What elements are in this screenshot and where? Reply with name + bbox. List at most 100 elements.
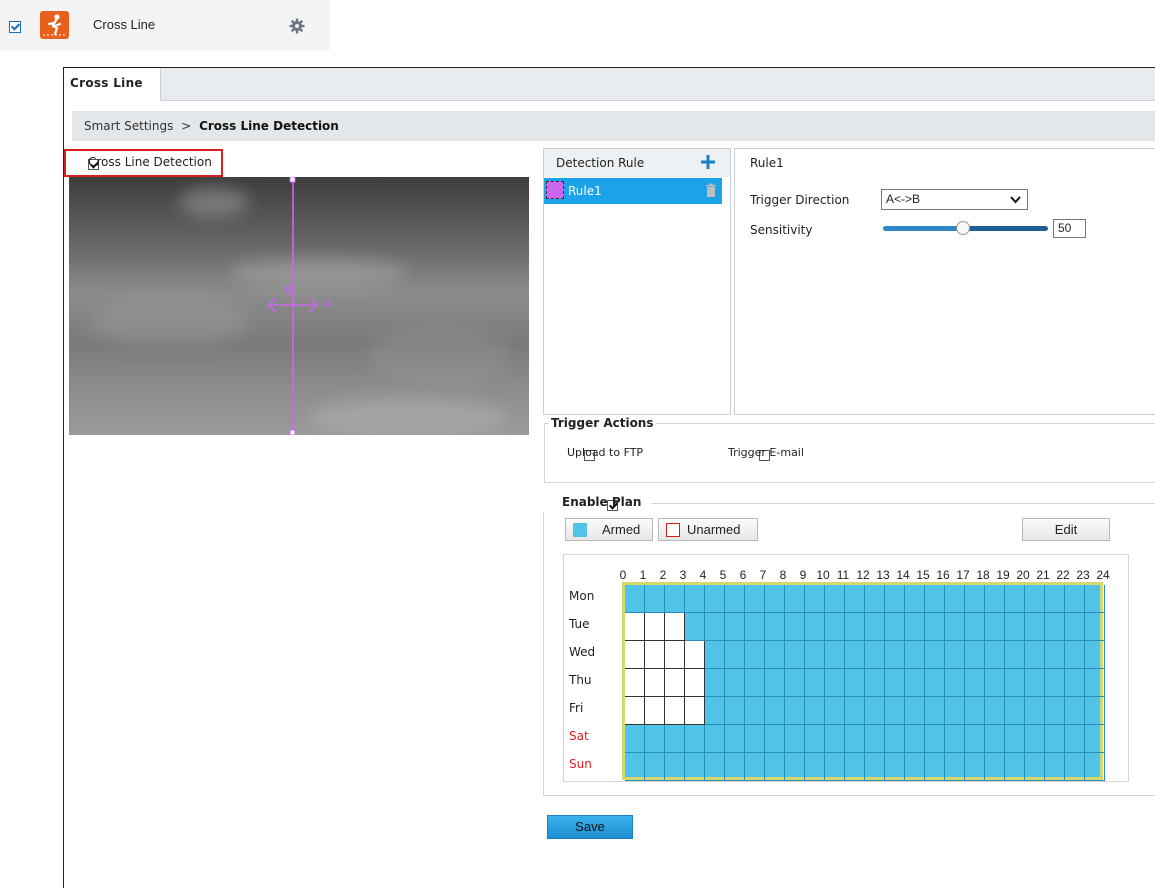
schedule-cell[interactable] [1085,697,1105,725]
schedule-cell[interactable] [665,669,685,697]
schedule-cell[interactable] [625,697,645,725]
schedule-cell[interactable] [725,613,745,641]
cross-line-overlay[interactable] [69,177,529,435]
schedule-cell[interactable] [1065,669,1085,697]
schedule-cell[interactable] [625,641,645,669]
schedule-cell[interactable] [845,641,865,669]
schedule-cell[interactable] [705,697,725,725]
schedule-cell[interactable] [965,697,985,725]
schedule-cell[interactable] [965,753,985,781]
schedule-cell[interactable] [705,669,725,697]
schedule-cell[interactable] [725,641,745,669]
schedule-cell[interactable] [945,585,965,613]
schedule-cell[interactable] [645,641,665,669]
schedule-cell[interactable] [925,585,945,613]
schedule-cell[interactable] [765,613,785,641]
schedule-cell[interactable] [845,613,865,641]
save-button[interactable]: Save [547,815,633,839]
schedule-cell[interactable] [645,613,665,641]
breadcrumb-parent[interactable]: Smart Settings [84,119,173,133]
schedule-cell[interactable] [1085,641,1105,669]
schedule-cell[interactable] [665,697,685,725]
sensitivity-slider-handle[interactable] [956,221,970,235]
schedule-cell[interactable] [745,641,765,669]
schedule-cell[interactable] [1085,753,1105,781]
schedule-cell[interactable] [705,613,725,641]
schedule-cell[interactable] [645,697,665,725]
schedule-cell[interactable] [1045,697,1065,725]
trash-icon[interactable] [705,183,717,197]
schedule-cell[interactable] [1025,725,1045,753]
schedule-cell[interactable] [1085,585,1105,613]
schedule-cell[interactable] [1065,613,1085,641]
schedule-cell[interactable] [745,697,765,725]
schedule-cell[interactable] [625,753,645,781]
schedule-cell[interactable] [765,641,785,669]
schedule-cell[interactable] [1065,641,1085,669]
schedule-cell[interactable] [885,585,905,613]
rule-color-swatch[interactable] [546,181,564,199]
armed-button[interactable]: Armed [565,518,653,541]
tab-cross-line[interactable]: Cross Line [64,68,161,101]
schedule-cell[interactable] [745,613,765,641]
trigger-direction-select[interactable]: A<->B [881,189,1028,210]
schedule-cell[interactable] [985,641,1005,669]
schedule-cell[interactable] [765,585,785,613]
feature-enable-checkbox[interactable] [9,20,21,33]
schedule-cell[interactable] [805,669,825,697]
schedule-cell[interactable] [905,613,925,641]
schedule-cell[interactable] [1005,753,1025,781]
schedule-cell[interactable] [1065,585,1085,613]
schedule-cell[interactable] [745,753,765,781]
schedule-cell[interactable] [625,669,645,697]
schedule-cell[interactable] [1085,725,1105,753]
schedule-cell[interactable] [725,753,745,781]
schedule-cell[interactable] [1005,585,1025,613]
schedule-cell[interactable] [985,669,1005,697]
schedule-cell[interactable] [885,753,905,781]
schedule-cell[interactable] [905,641,925,669]
gear-icon[interactable] [289,18,305,34]
schedule-cell[interactable] [945,725,965,753]
schedule-cell[interactable] [1065,725,1085,753]
schedule-cell[interactable] [825,613,845,641]
schedule-cell[interactable] [1065,753,1085,781]
schedule-cell[interactable] [785,585,805,613]
schedule-cell[interactable] [785,669,805,697]
schedule-cell[interactable] [905,669,925,697]
schedule-cell[interactable] [925,641,945,669]
schedule-cell[interactable] [805,753,825,781]
video-preview[interactable]: B A [69,177,529,435]
schedule-cell[interactable] [685,697,705,725]
schedule-cell[interactable] [725,697,745,725]
schedule-cell[interactable] [1025,641,1045,669]
schedule-cell[interactable] [925,613,945,641]
schedule-cell[interactable] [1045,753,1065,781]
schedule-cell[interactable] [745,669,765,697]
schedule-cell[interactable] [865,725,885,753]
schedule-cell[interactable] [905,585,925,613]
schedule-cell[interactable] [1005,613,1025,641]
schedule-cell[interactable] [725,669,745,697]
schedule-cell[interactable] [785,613,805,641]
schedule-cell[interactable] [985,585,1005,613]
schedule-cell[interactable] [785,753,805,781]
schedule-cell[interactable] [625,585,645,613]
schedule-cell[interactable] [965,613,985,641]
schedule-cell[interactable] [685,613,705,641]
schedule-cell[interactable] [805,613,825,641]
schedule-cell[interactable] [765,753,785,781]
schedule-cell[interactable] [825,669,845,697]
schedule-cell[interactable] [965,585,985,613]
schedule-cell[interactable] [905,697,925,725]
schedule-cell[interactable] [825,585,845,613]
add-rule-icon[interactable] [701,155,715,169]
schedule-cell[interactable] [885,725,905,753]
schedule-cell[interactable] [945,669,965,697]
schedule-cell[interactable] [785,697,805,725]
schedule-cell[interactable] [1085,613,1105,641]
schedule-cell[interactable] [865,753,885,781]
schedule-cell[interactable] [1025,669,1045,697]
schedule-cell[interactable] [945,697,965,725]
schedule-cell[interactable] [765,725,785,753]
